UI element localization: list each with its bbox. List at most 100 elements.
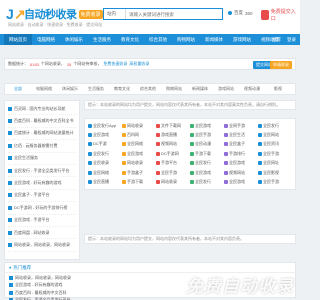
list-item-label: 全民盒子 - 手游平台 — [14, 192, 50, 198]
search-input[interactable] — [126, 11, 222, 17]
engine-select[interactable]: 百度 360 — [228, 10, 253, 16]
nav-login-link[interactable]: 登录 — [287, 34, 296, 45]
category-tab[interactable]: 影视 — [265, 86, 291, 92]
site-link[interactable]: 全民游戏 — [122, 149, 156, 158]
site-link[interactable]: 文件下载网 — [156, 121, 190, 130]
site-link[interactable]: 网站收录 — [122, 121, 156, 130]
site-link[interactable]: 全民资讯 — [258, 140, 292, 149]
list-item[interactable]: 百度统计 - 最权威的网站流量统计 — [8, 128, 76, 141]
site-link[interactable]: 全民手游 — [258, 177, 292, 186]
category-tab[interactable]: 综合其他 — [135, 86, 161, 92]
site-link[interactable]: 百科网 — [122, 130, 156, 139]
site-link[interactable]: 全网手游 — [224, 121, 258, 130]
site-link[interactable]: 全民游戏 — [190, 168, 224, 177]
category-tab[interactable]: 新闻媒体 — [187, 86, 213, 92]
site-link[interactable]: 全民发行 — [258, 121, 292, 130]
site-link[interactable]: 全民发行App — [88, 121, 122, 130]
submit-site-link[interactable]: 免费提交入口 — [261, 8, 300, 22]
category-tab[interactable]: 生活服务 — [83, 86, 109, 92]
search-scope-select[interactable]: 站内 — [104, 9, 126, 19]
site-link[interactable]: 全民生活 — [224, 130, 258, 139]
list-item[interactable]: 网站收录，网站收录，网站收录 — [8, 239, 76, 252]
site-link[interactable]: 全民动漫 — [190, 140, 224, 149]
site-link[interactable]: 全民盒子 — [224, 140, 258, 149]
site-link[interactable]: 全民收录 — [88, 159, 122, 168]
stats-link-1[interactable]: 免费快速收录 — [103, 61, 127, 67]
list-item-label: 百度百科 - 最权威的中文百科 — [15, 289, 67, 295]
site-link[interactable]: 全民网络 — [88, 168, 122, 177]
category-tab[interactable]: 休闲娱乐 — [57, 86, 83, 92]
site-favicon-icon — [122, 170, 126, 175]
site-favicon-icon — [8, 230, 12, 235]
list-item[interactable]: 全民发行 - 手游全品类发行平台 — [9, 297, 291, 300]
site-favicon-icon — [8, 143, 12, 148]
nav-item[interactable]: 综合其他 — [144, 34, 172, 45]
category-tab[interactable]: 教育文化 — [109, 86, 135, 92]
nav-item-home[interactable]: 网站首页 — [4, 34, 32, 45]
site-link[interactable]: 全民直播 — [88, 177, 122, 186]
site-link[interactable]: 视频网站 — [224, 168, 258, 177]
list-item[interactable]: 百度百科 - 最权威的中文百科全书 — [8, 115, 76, 128]
site-favicon-icon — [258, 180, 262, 185]
list-item[interactable]: 全民游戏 - 手游平台 — [8, 215, 76, 227]
site-link-label: 全民手游 — [263, 179, 279, 185]
list-item[interactable]: 全民发行 - 手游全品类发行平台 — [8, 165, 76, 178]
category-tab-all[interactable]: 全部 — [5, 86, 31, 92]
site-link[interactable]: DC手游 — [88, 140, 122, 149]
site-link[interactable]: 全民手游 — [190, 130, 224, 139]
site-link[interactable]: 游戏直播 — [156, 130, 190, 139]
category-tab[interactable]: 视频动漫 — [239, 86, 265, 92]
engine-label: 百度 — [234, 10, 243, 15]
site-link[interactable]: 全民网址 — [258, 159, 292, 168]
category-tab[interactable]: 购物网站 — [161, 86, 187, 92]
list-item[interactable]: 亿佰 - 云服务器按需付费 — [8, 140, 76, 153]
site-favicon-icon — [258, 161, 262, 166]
list-item[interactable]: 全民游戏 - 好玩有趣的游戏 — [8, 177, 76, 190]
site-link[interactable]: 全民发行 — [190, 177, 224, 186]
site-link[interactable]: 手游排行 — [224, 149, 258, 158]
site-link[interactable]: 全民发行 — [190, 159, 224, 168]
site-link[interactable]: 手游盒子 — [122, 168, 156, 177]
list-item[interactable]: 全民盒子 - 手游平台 — [8, 190, 76, 203]
site-link[interactable]: 全民发行 — [88, 149, 122, 158]
list-item[interactable]: DC手游网 - 好玩的手游排行榜 — [8, 202, 76, 215]
site-link[interactable]: 全民网络 — [122, 140, 156, 149]
site-link[interactable]: 手游下载 — [122, 177, 156, 186]
site-link[interactable]: 全民游戏 — [88, 130, 122, 139]
site-favicon-icon — [8, 119, 12, 124]
nav-item[interactable]: 游戏网站 — [228, 34, 256, 45]
site-favicon-icon — [190, 123, 194, 128]
list-item[interactable]: 百度网盘 - 网站收录 — [8, 227, 76, 240]
site-link[interactable]: 手游平台 — [156, 159, 190, 168]
nav-recommend-link[interactable]: 推荐 — [272, 34, 281, 45]
category-tab[interactable]: 游戏网站 — [213, 86, 239, 92]
site-link[interactable]: DC手游网 — [156, 149, 190, 158]
main-nav: 网站首页 电脑网络 休闲娱乐 生活服务 教育文化 综合其他 购物网站 新闻媒体 … — [0, 34, 300, 45]
list-item[interactable]: 全民生活服务 — [8, 153, 76, 165]
site-link[interactable]: 网站收录 — [156, 177, 190, 186]
logo[interactable]: J ↗ 自动秒收录 免费收录 — [6, 6, 103, 22]
nav-item[interactable]: 教育文化 — [116, 34, 144, 45]
site-link[interactable]: 全民影视 — [258, 168, 292, 177]
site-link[interactable]: 手游下载 — [190, 149, 224, 158]
nav-item[interactable]: 生活服务 — [88, 34, 116, 45]
site-link[interactable]: 全民手游 — [258, 149, 292, 158]
site-link[interactable]: 全民游戏 — [224, 177, 258, 186]
apply-button[interactable]: 申请收录 — [270, 61, 292, 69]
site-link[interactable]: 视频网站 — [156, 140, 190, 149]
list-item[interactable]: 百灵网 - 国内专业的站长导航 — [8, 103, 76, 116]
site-link[interactable]: 全民游戏 — [224, 159, 258, 168]
site-link[interactable]: 全民手游 — [156, 168, 190, 177]
category-tab[interactable]: 电脑网络 — [31, 86, 57, 92]
nav-item[interactable]: 新闻媒体 — [200, 34, 228, 45]
stats-link-2[interactable]: 高权重收录 — [129, 61, 149, 67]
nav-item[interactable]: 休闲娱乐 — [60, 34, 88, 45]
site-link[interactable]: 全民网站 — [258, 130, 292, 139]
site-link[interactable]: 网站收录 — [122, 159, 156, 168]
site-link-label: 全民网络 — [93, 169, 109, 175]
site-favicon-icon — [190, 133, 194, 138]
nav-item[interactable]: 购物网站 — [172, 34, 200, 45]
site-link[interactable]: 全民游戏 — [190, 121, 224, 130]
nav-item[interactable]: 电脑网络 — [32, 34, 60, 45]
list-item-label: 全民游戏 - 手游平台 — [14, 217, 50, 223]
